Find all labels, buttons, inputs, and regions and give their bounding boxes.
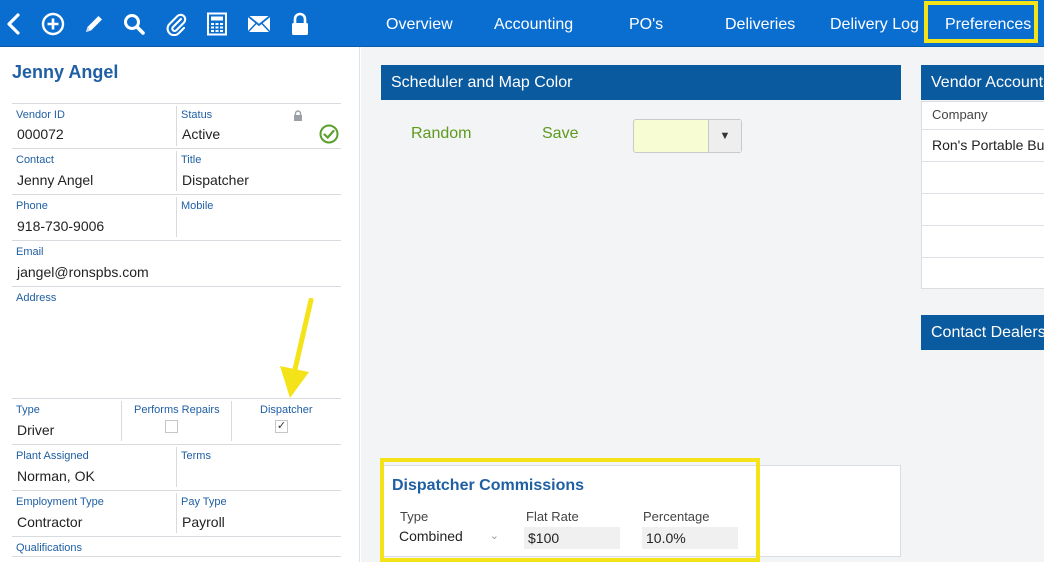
pay-type-label: Pay Type <box>181 496 227 508</box>
color-picker-select[interactable]: ▼ <box>633 119 742 153</box>
company-column-header: Company <box>932 107 988 122</box>
status-label: Status <box>181 109 213 121</box>
divider <box>176 106 177 146</box>
divider <box>121 401 122 441</box>
divider <box>176 197 177 237</box>
table-cell: Ron's Portable Bu <box>932 137 1044 153</box>
vendor-accounts-header: Vendor Accounts <box>921 65 1044 100</box>
performs-repairs-label: Performs Repairs <box>134 404 220 416</box>
divider <box>922 225 1044 226</box>
title-value[interactable]: Dispatcher <box>182 172 249 188</box>
contact-value[interactable]: Jenny Angel <box>17 172 93 188</box>
type-label: Type <box>16 404 40 416</box>
tab-accounting[interactable]: Accounting <box>494 0 573 47</box>
small-lock-icon <box>293 108 303 126</box>
tab-pos[interactable]: PO's <box>629 0 663 47</box>
type-value[interactable]: Driver <box>17 422 54 438</box>
performs-repairs-checkbox[interactable] <box>165 420 178 433</box>
commission-type-select[interactable]: Combined ⌄ <box>395 526 505 548</box>
search-icon[interactable] <box>114 0 154 47</box>
back-icon[interactable] <box>0 0 33 47</box>
tab-deliveries[interactable]: Deliveries <box>725 0 795 47</box>
employment-type-value[interactable]: Contractor <box>17 514 82 530</box>
chevron-down-icon[interactable]: ▼ <box>708 120 741 152</box>
tab-delivery-log[interactable]: Delivery Log <box>830 0 919 47</box>
divider <box>176 447 177 487</box>
employment-type-label: Employment Type <box>16 496 104 508</box>
app-window: Overview Accounting PO's Deliveries Deli… <box>0 0 1044 562</box>
tab-preferences[interactable]: Preferences <box>945 0 1031 47</box>
divider <box>12 286 341 287</box>
vendor-accounts-table: Company Ron's Portable Bu <box>921 101 1044 289</box>
qualifications-label: Qualifications <box>16 542 83 554</box>
mail-icon[interactable] <box>239 0 279 47</box>
phone-value[interactable]: 918-730-9006 <box>17 218 104 234</box>
scheduler-section-header: Scheduler and Map Color <box>381 65 901 100</box>
vendor-id-label: Vendor ID <box>16 109 65 121</box>
contact-dealers-header: Contact Dealers <box>921 315 1044 350</box>
phone-label: Phone <box>16 200 48 212</box>
title-label: Title <box>181 154 202 166</box>
pay-type-value[interactable]: Payroll <box>182 514 225 530</box>
address-label: Address <box>16 292 57 304</box>
random-color-link[interactable]: Random <box>411 125 471 143</box>
lock-icon[interactable] <box>280 0 320 47</box>
add-icon[interactable] <box>33 0 73 47</box>
divider <box>922 193 1044 194</box>
divider <box>12 536 341 537</box>
divider <box>231 401 232 441</box>
divider <box>922 257 1044 258</box>
vendor-name-title: Jenny Angel <box>12 62 119 82</box>
table-row[interactable]: Ron's Portable Bu <box>922 130 1044 161</box>
percentage-input[interactable]: 10.0% <box>642 527 738 549</box>
attach-icon[interactable] <box>156 0 196 47</box>
percentage-label: Percentage <box>643 509 710 524</box>
plant-assigned-label: Plant Assigned <box>16 450 89 462</box>
flat-rate-label: Flat Rate <box>526 509 579 524</box>
divider <box>176 151 177 191</box>
divider <box>12 148 341 149</box>
commissions-title: Dispatcher Commissions <box>392 477 585 494</box>
tab-overview[interactable]: Overview <box>386 0 453 47</box>
contact-label: Contact <box>16 154 54 166</box>
divider <box>922 161 1044 162</box>
divider <box>176 493 177 533</box>
divider <box>12 490 341 491</box>
divider <box>12 556 341 557</box>
plant-assigned-value[interactable]: Norman, OK <box>17 468 95 484</box>
divider <box>12 444 341 445</box>
email-label: Email <box>16 246 44 258</box>
divider <box>12 240 341 241</box>
edit-icon[interactable] <box>74 0 114 47</box>
chevron-down-icon: ⌄ <box>489 530 499 542</box>
commission-type-value: Combined <box>399 528 463 544</box>
email-value[interactable]: jangel@ronspbs.com <box>17 264 149 280</box>
active-check-icon <box>319 124 339 149</box>
vendor-id-value[interactable]: 000072 <box>17 126 64 142</box>
commission-type-label: Type <box>400 509 429 524</box>
dispatcher-label: Dispatcher <box>260 404 313 416</box>
top-toolbar: Overview Accounting PO's Deliveries Deli… <box>0 0 1044 47</box>
calculator-icon[interactable] <box>197 0 237 47</box>
terms-label: Terms <box>181 450 211 462</box>
status-value[interactable]: Active <box>182 126 220 142</box>
annotation-arrow-icon <box>273 297 321 405</box>
save-color-link[interactable]: Save <box>542 125 578 143</box>
flat-rate-input[interactable]: $100 <box>524 527 620 549</box>
divider <box>12 398 341 399</box>
mobile-label: Mobile <box>181 200 214 212</box>
dispatcher-checkbox[interactable]: ✓ <box>275 420 288 433</box>
divider <box>12 194 341 195</box>
divider <box>12 103 341 104</box>
